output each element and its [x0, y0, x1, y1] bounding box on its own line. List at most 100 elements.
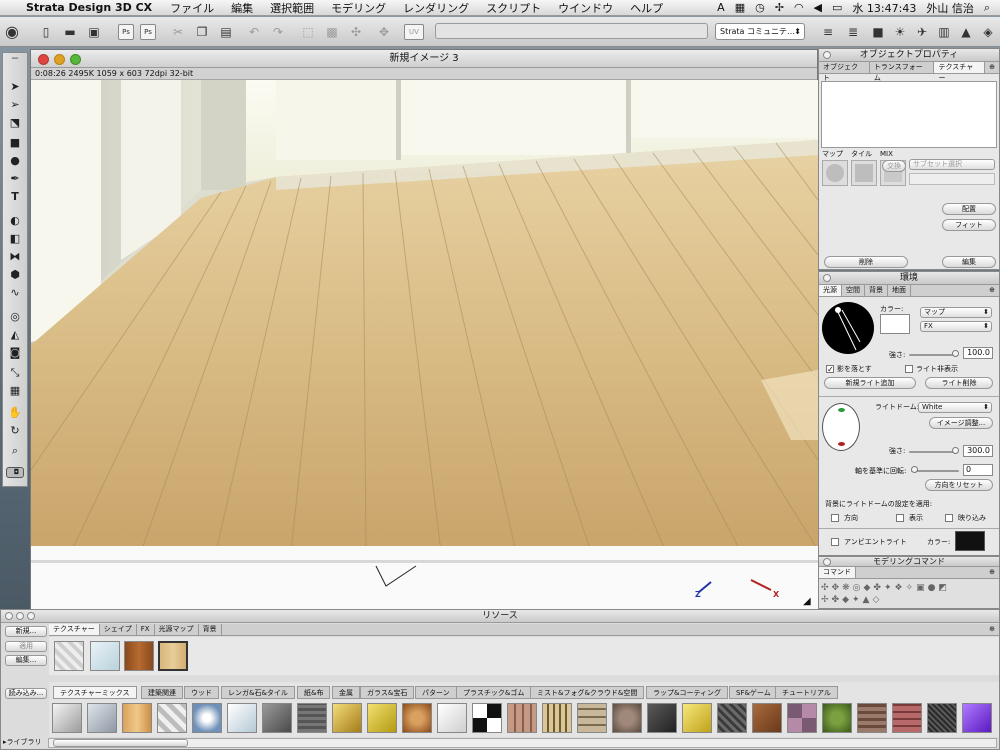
subset-select[interactable]: サブセット選択: [909, 159, 995, 170]
dome-strength-input[interactable]: 300.0: [963, 445, 993, 457]
resource-thumb-wood-dark[interactable]: [124, 641, 154, 671]
extrude-tool-icon[interactable]: ◧: [6, 231, 24, 247]
bucket-icon[interactable]: ▲: [958, 24, 974, 40]
panel-menu-icon[interactable]: ⊕: [985, 285, 999, 296]
align-icon[interactable]: ✣: [348, 24, 364, 40]
category-texture-mix[interactable]: テクスチャーミックス: [53, 686, 137, 699]
category-pattern[interactable]: パターン: [415, 686, 457, 699]
center-icon[interactable]: ✥: [376, 24, 392, 40]
category-glass-gem[interactable]: ガラス&宝石: [360, 686, 415, 699]
tab-light-maps[interactable]: 光源マップ: [155, 624, 199, 635]
menu-edit[interactable]: 編集: [231, 0, 253, 16]
tab-textures[interactable]: テクスチャー: [49, 624, 100, 635]
mirror-tool-icon[interactable]: ⧓: [6, 249, 24, 265]
close-window-button[interactable]: [38, 54, 49, 65]
rotate-view-tool-icon[interactable]: ↻: [6, 423, 24, 439]
grid-tool-icon[interactable]: ▦: [6, 383, 24, 399]
dome-handle-green[interactable]: [838, 408, 845, 412]
fit-button[interactable]: フィット: [942, 219, 996, 231]
menu-window[interactable]: ウインドウ: [558, 0, 613, 16]
tab-backgrounds[interactable]: 背景: [199, 624, 222, 635]
display-checkbox[interactable]: [896, 514, 904, 522]
hide-light-checkbox[interactable]: [905, 365, 913, 373]
resource-thumb-wood-light[interactable]: [158, 641, 188, 671]
map-select[interactable]: マップ ⬍: [920, 307, 992, 318]
ambient-light-checkbox[interactable]: [831, 538, 839, 546]
panel-close-button[interactable]: [823, 558, 831, 566]
library-thumb-ice[interactable]: [227, 703, 257, 733]
library-thumb-carbon[interactable]: [927, 703, 957, 733]
library-thumb-steel[interactable]: [87, 703, 117, 733]
dome-strength-slider-knob[interactable]: [952, 447, 959, 454]
tile-well[interactable]: [851, 160, 877, 186]
user-name[interactable]: 外山 信治: [926, 0, 974, 16]
library-thumb-leather[interactable]: [752, 703, 782, 733]
library-thumb-stone-wall[interactable]: [577, 703, 607, 733]
library-thumb-grate[interactable]: [297, 703, 327, 733]
pen-tool-icon[interactable]: ✒: [6, 171, 24, 187]
undo-icon[interactable]: ↶: [246, 24, 262, 40]
tab-transform[interactable]: トランスフォーム: [870, 62, 935, 82]
library-thumb-diamond-plate[interactable]: [717, 703, 747, 733]
align-right-icon[interactable]: ≣: [845, 24, 861, 40]
library-button[interactable]: ▸ライブラリ: [3, 738, 49, 748]
tab-background[interactable]: 背景: [865, 285, 888, 296]
tab-texture[interactable]: テクスチャー: [934, 62, 986, 82]
direction-checkbox[interactable]: [831, 514, 839, 522]
library-thumb-leopard[interactable]: [402, 703, 432, 733]
map-well[interactable]: [822, 160, 848, 186]
panel-menu-icon[interactable]: ⊕: [985, 567, 999, 578]
rotate-slider[interactable]: [911, 470, 959, 472]
sun-icon[interactable]: ☀: [892, 24, 908, 40]
arrange-button[interactable]: 配置: [942, 203, 996, 215]
strength-slider-knob[interactable]: [952, 350, 959, 357]
library-thumb-pink-tile[interactable]: [507, 703, 537, 733]
light-bulb-tool-icon[interactable]: ◎: [6, 309, 24, 325]
zoom-window-button[interactable]: [70, 54, 81, 65]
strength-slider[interactable]: [909, 354, 957, 356]
library-thumb-gold[interactable]: [332, 703, 362, 733]
hand-tool-icon[interactable]: ✋: [6, 405, 24, 421]
minimize-window-button[interactable]: [54, 54, 65, 65]
cut-scissors-icon[interactable]: ✂: [170, 24, 186, 40]
library-thumb-cobble[interactable]: [612, 703, 642, 733]
subset-field[interactable]: [909, 173, 995, 185]
edit-texture-button[interactable]: 編集: [942, 256, 996, 268]
reflection-checkbox[interactable]: [945, 514, 953, 522]
cube-tool-icon[interactable]: ■: [6, 135, 24, 151]
battery-icon[interactable]: ▭: [832, 1, 842, 14]
new-document-icon[interactable]: ▯: [38, 24, 54, 40]
category-architecture[interactable]: 建築関連: [141, 686, 183, 699]
frame-icon[interactable]: ⬚: [300, 24, 316, 40]
path-tool-icon[interactable]: ∿: [6, 285, 24, 301]
uv-icon[interactable]: UV: [404, 24, 424, 40]
save-disk-icon[interactable]: ▣: [86, 24, 102, 40]
library-thumb-bamboo[interactable]: [542, 703, 572, 733]
cube-icon[interactable]: ■: [870, 24, 886, 40]
light-direction-ball[interactable]: [822, 302, 874, 354]
menu-modeling[interactable]: モデリング: [331, 0, 386, 16]
resources-zoom-button[interactable]: [27, 612, 35, 620]
strength-input[interactable]: 100.0: [963, 347, 993, 359]
boolean-tool-icon[interactable]: ⬢: [6, 267, 24, 283]
tab-space[interactable]: 空間: [842, 285, 865, 296]
rendered-image[interactable]: [31, 80, 818, 552]
tab-light[interactable]: 光源: [819, 285, 842, 296]
category-plastic-rubber[interactable]: プラスチック&ゴム: [456, 686, 532, 699]
library-thumb-moss[interactable]: [822, 703, 852, 733]
redo-icon[interactable]: ↷: [270, 24, 286, 40]
menu-file[interactable]: ファイル: [170, 0, 214, 16]
copy-icon[interactable]: ❐: [194, 24, 210, 40]
add-light-button[interactable]: 新規ライト追加: [824, 377, 916, 389]
light-dome-select[interactable]: White ⬍: [918, 402, 992, 413]
rotate-slider-knob[interactable]: [911, 466, 918, 473]
camera-tool-icon[interactable]: ◙: [6, 345, 24, 361]
edit-resource-button[interactable]: 編集...: [5, 655, 47, 666]
dome-handle-red[interactable]: [838, 442, 845, 446]
sphere-tool-icon[interactable]: ●: [6, 153, 24, 169]
tab-command[interactable]: コマンド: [819, 567, 856, 578]
spot-light-tool-icon[interactable]: ◭: [6, 327, 24, 343]
link-tool-icon[interactable]: ⤡: [6, 365, 24, 381]
image-adjust-button[interactable]: イメージ調整...: [929, 417, 993, 429]
panel-menu-icon[interactable]: ⊕: [985, 624, 999, 635]
